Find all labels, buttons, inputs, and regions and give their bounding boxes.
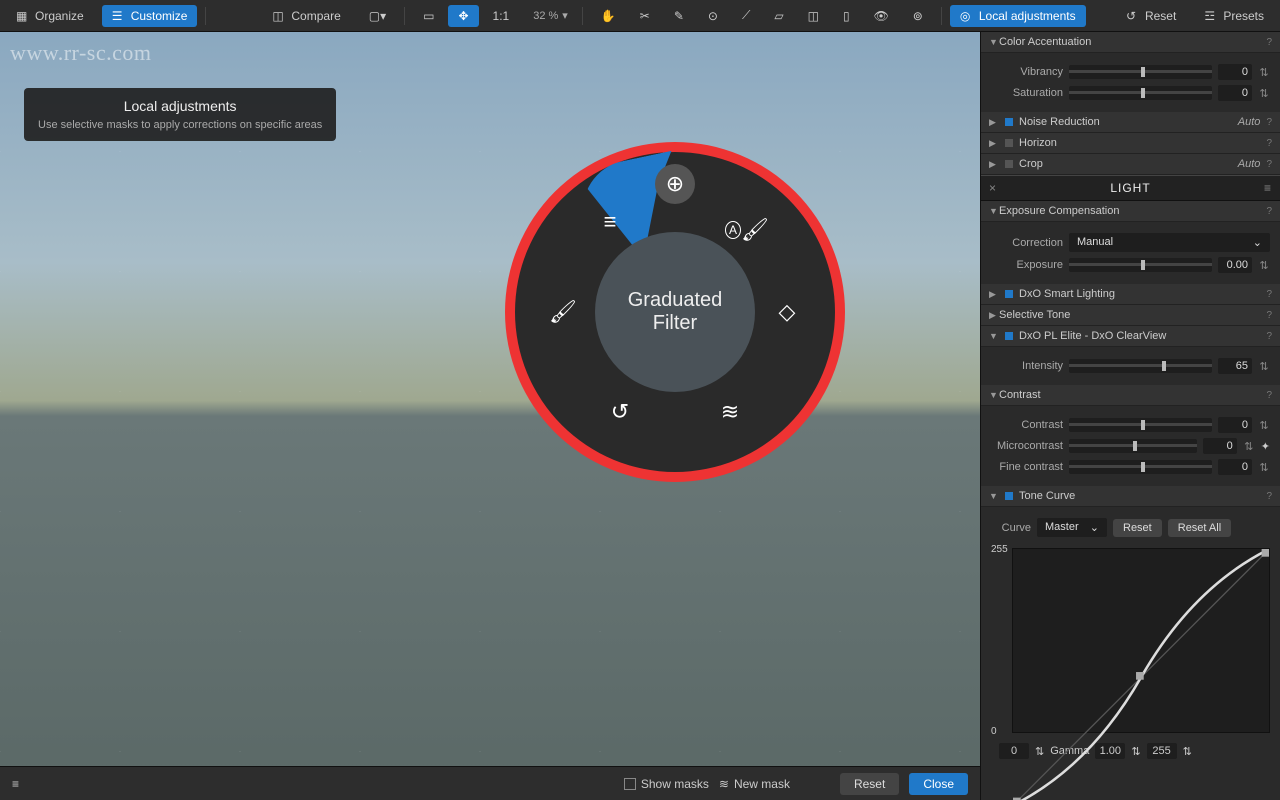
- tooltip-subtitle: Use selective masks to apply corrections…: [38, 119, 322, 131]
- undo-icon: ↺: [1126, 9, 1140, 23]
- intensity-label: Intensity: [991, 360, 1063, 372]
- sliders-icon: ☰: [112, 9, 126, 23]
- intensity-slider[interactable]: [1069, 359, 1212, 373]
- stack-icon: ≋: [719, 777, 729, 791]
- eye-icon[interactable]: 👁: [864, 5, 899, 27]
- section-contrast[interactable]: ▼Contrast?: [981, 385, 1280, 406]
- section-clearview[interactable]: ▼DxO PL Elite - DxO ClearView?: [981, 326, 1280, 347]
- exposure-slider[interactable]: [1069, 258, 1212, 272]
- watermark-text: www.rr-sc.com: [10, 40, 151, 66]
- radial-center-label: Graduated Filter: [595, 232, 755, 392]
- perspective-icon[interactable]: ▱: [764, 5, 793, 27]
- radial-menu: Graduated Filter ⊕ ≡ A🖌 🖌 ◇ ↺ ≋: [505, 142, 845, 482]
- show-masks-toggle[interactable]: Show masks: [624, 777, 709, 791]
- compare-button[interactable]: ◫ Compare: [262, 5, 350, 27]
- wand-icon[interactable]: ✦: [1261, 440, 1270, 453]
- eyedropper-icon[interactable]: ✎: [664, 5, 694, 27]
- zoom-control[interactable]: 32 %▾: [527, 9, 574, 22]
- filmstrip-icon[interactable]: ≡: [12, 777, 26, 791]
- customize-label: Customize: [131, 9, 188, 23]
- tone-curve-graph[interactable]: [1012, 548, 1270, 733]
- zoom-value: 32 %: [533, 10, 558, 22]
- customize-tab[interactable]: ☰ Customize: [102, 5, 198, 27]
- parallel-icon[interactable]: ▯: [833, 5, 860, 27]
- hand-icon[interactable]: ✋: [591, 5, 626, 27]
- auto-mask-icon[interactable]: A🖌: [727, 210, 767, 250]
- exposure-label: Exposure: [991, 259, 1063, 271]
- menu-icon[interactable]: ≡: [1261, 181, 1275, 195]
- correction-label: Correction: [991, 237, 1063, 249]
- view-mode-group: ▢▾: [359, 5, 396, 27]
- crop-icon[interactable]: ✂: [630, 5, 660, 27]
- reset-button[interactable]: ↺ Reset: [1116, 5, 1186, 27]
- horizon-icon[interactable]: ◫: [798, 5, 829, 27]
- one-to-one-button[interactable]: 1:1: [483, 5, 520, 27]
- graduated-filter-icon[interactable]: ≡: [590, 202, 630, 242]
- tooltip-title: Local adjustments: [38, 98, 322, 114]
- section-selective-tone[interactable]: ▶Selective Tone?: [981, 305, 1280, 326]
- top-toolbar: ▦ Organize ☰ Customize ◫ Compare ▢▾ ▭ ✥ …: [0, 0, 1280, 32]
- organize-label: Organize: [35, 9, 84, 23]
- fit-icon[interactable]: ▭: [413, 5, 444, 27]
- section-crop[interactable]: ▶CropAuto?: [981, 154, 1280, 175]
- path-icon[interactable]: ⟋: [732, 4, 760, 27]
- redeye-icon[interactable]: ⊙: [698, 5, 728, 27]
- local-adjustments-button[interactable]: ◎ Local adjustments: [950, 5, 1086, 27]
- panel-header-light: × LIGHT ≡: [981, 175, 1280, 201]
- organize-tab[interactable]: ▦ Organize: [6, 5, 94, 27]
- presets-button[interactable]: ☲ Presets: [1194, 5, 1274, 27]
- section-smart-lighting[interactable]: ▶DxO Smart Lighting?: [981, 284, 1280, 305]
- vibrancy-value[interactable]: 0: [1218, 64, 1252, 80]
- local-adj-label: Local adjustments: [979, 9, 1076, 23]
- layout-dropdown[interactable]: ▢▾: [359, 5, 396, 27]
- tooltip-panel: Local adjustments Use selective masks to…: [24, 88, 336, 141]
- curve-channel-dropdown[interactable]: Master⌄: [1037, 518, 1107, 537]
- presets-icon: ☲: [1204, 9, 1218, 23]
- tool-icons: ✋ ✂ ✎ ⊙ ⟋ ▱ ◫ ▯ 👁 ⊚: [591, 4, 933, 27]
- adjustments-panel: ▼ Color Accentuation ? Vibrancy 0 ⇅ Satu…: [980, 32, 1280, 800]
- correction-dropdown[interactable]: Manual⌄: [1069, 233, 1270, 252]
- vibrancy-slider[interactable]: [1069, 65, 1212, 79]
- reset-label: Reset: [1145, 9, 1176, 23]
- control-point-icon[interactable]: ⊕: [655, 164, 695, 204]
- canvas-bottombar: ≡ Show masks ≋ New mask Reset Close: [0, 766, 980, 800]
- finecontrast-slider[interactable]: [1069, 460, 1212, 474]
- section-noise-reduction[interactable]: ▶Noise ReductionAuto?: [981, 112, 1280, 133]
- contrast-slider[interactable]: [1069, 418, 1212, 432]
- intensity-value[interactable]: 65: [1218, 358, 1252, 374]
- compare-icon: ◫: [272, 9, 286, 23]
- section-color-accentuation[interactable]: ▼ Color Accentuation ?: [981, 32, 1280, 53]
- close-panel-icon[interactable]: ×: [986, 181, 1000, 195]
- section-horizon[interactable]: ▶Horizon?: [981, 133, 1280, 154]
- saturation-label: Saturation: [991, 87, 1063, 99]
- brush-icon[interactable]: 🖌: [543, 292, 583, 332]
- saturation-slider[interactable]: [1069, 86, 1212, 100]
- vibrancy-label: Vibrancy: [991, 66, 1063, 78]
- bottombar-reset-button[interactable]: Reset: [840, 773, 899, 795]
- presets-label: Presets: [1223, 9, 1264, 23]
- compare-label: Compare: [291, 9, 340, 23]
- layers-icon[interactable]: ≋: [710, 392, 750, 432]
- microcontrast-slider[interactable]: [1069, 439, 1197, 453]
- grid-icon: ▦: [16, 9, 30, 23]
- reset-radial-icon[interactable]: ↺: [600, 392, 640, 432]
- exposure-value[interactable]: 0.00: [1218, 257, 1252, 273]
- eraser-icon[interactable]: ◇: [767, 292, 807, 332]
- section-tone-curve[interactable]: ▼Tone Curve?: [981, 486, 1280, 507]
- curve-reset-all-button[interactable]: Reset All: [1168, 519, 1231, 537]
- bottombar-close-button[interactable]: Close: [909, 773, 968, 795]
- stepper-icon[interactable]: ⇅: [1258, 66, 1270, 79]
- image-canvas[interactable]: www.rr-sc.com Local adjustments Use sele…: [0, 32, 980, 800]
- section-exposure[interactable]: ▼Exposure Compensation?: [981, 201, 1280, 222]
- curve-reset-button[interactable]: Reset: [1113, 519, 1162, 537]
- saturation-value[interactable]: 0: [1218, 85, 1252, 101]
- target-icon[interactable]: ⊚: [903, 5, 933, 27]
- local-adj-icon: ◎: [960, 9, 974, 23]
- move-icon[interactable]: ✥: [448, 5, 478, 27]
- new-mask-button[interactable]: ≋ New mask: [719, 777, 790, 791]
